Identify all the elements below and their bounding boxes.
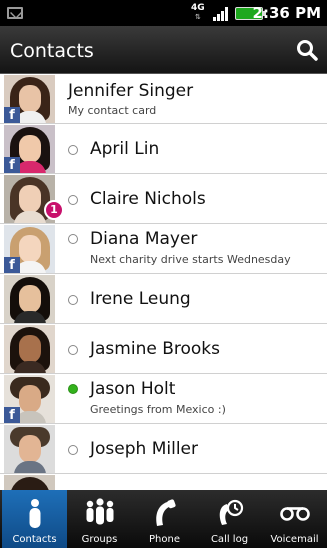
tab-label: Voicemail	[270, 534, 319, 545]
contact-name: Jason Holt	[90, 379, 176, 399]
contact-row[interactable]: f Jennifer Singer My contact card	[0, 74, 327, 124]
status-indicator	[68, 145, 78, 155]
online-status-icon	[68, 384, 78, 394]
avatar: f	[4, 225, 55, 273]
avatar	[4, 275, 55, 323]
avatar: f	[4, 75, 55, 123]
contact-row[interactable]: f Diana Mayer Next charity drive starts …	[0, 224, 327, 274]
contact-name: Joseph Miller	[90, 439, 198, 459]
call-log-icon	[219, 499, 243, 525]
contact-name: Jennifer Singer	[68, 81, 194, 101]
search-icon[interactable]	[295, 38, 319, 62]
avatar: f	[4, 375, 55, 423]
tab-contacts[interactable]: Contacts	[2, 490, 67, 548]
tab-label: Phone	[149, 534, 180, 545]
notification-badge: 1	[44, 200, 64, 220]
clock: 2:36 PM	[252, 4, 321, 22]
tab-phone[interactable]: Phone	[132, 490, 197, 548]
contact-name: Jasmine Brooks	[90, 339, 220, 359]
facebook-icon: f	[4, 407, 20, 423]
network-type: 4G	[191, 3, 205, 13]
status-indicator	[68, 345, 78, 355]
contact-row[interactable]: Jasmine Brooks	[0, 324, 327, 374]
status-indicator	[68, 445, 78, 455]
bottom-tab-bar: Contacts Groups Phone Call log Voicemail	[0, 490, 327, 548]
status-indicator	[68, 234, 78, 244]
contact-status: Greetings from Mexico :)	[90, 403, 226, 416]
avatar	[4, 475, 55, 490]
contact-row[interactable]: Irene Leung	[0, 274, 327, 324]
message-notification-icon	[7, 7, 23, 19]
contact-row[interactable]	[0, 474, 327, 490]
contact-row[interactable]: f April Lin	[0, 124, 327, 174]
contact-name: Irene Leung	[90, 289, 191, 309]
tab-label: Groups	[81, 534, 118, 545]
contact-name: Claire Nichols	[90, 189, 206, 209]
contact-name: April Lin	[90, 139, 160, 159]
contact-row[interactable]: 1 Claire Nichols	[0, 174, 327, 224]
avatar: f	[4, 125, 55, 173]
contact-row[interactable]: f Jason Holt Greetings from Mexico :)	[0, 374, 327, 424]
facebook-icon: f	[4, 157, 20, 173]
contact-status: Next charity drive starts Wednesday	[90, 253, 291, 266]
signal-strength-icon	[213, 7, 231, 21]
avatar	[4, 425, 55, 473]
tab-label: Contacts	[12, 534, 57, 545]
contact-list[interactable]: f Jennifer Singer My contact card f Apri…	[0, 74, 327, 490]
tab-voicemail[interactable]: Voicemail	[262, 490, 327, 548]
contact-row[interactable]: Joseph Miller	[0, 424, 327, 474]
contact-status: My contact card	[68, 104, 157, 117]
facebook-icon: f	[4, 257, 20, 273]
avatar	[4, 325, 55, 373]
title-bar: Contacts	[0, 26, 327, 74]
phone-icon	[155, 499, 176, 526]
tab-call-log[interactable]: Call log	[197, 490, 262, 548]
facebook-icon: f	[4, 107, 20, 123]
group-icon	[86, 498, 113, 525]
status-bar: 4G ⇅ 2:36 PM	[0, 0, 327, 26]
contact-name: Diana Mayer	[90, 229, 198, 249]
tab-groups[interactable]: Groups	[67, 490, 132, 548]
status-indicator	[68, 295, 78, 305]
person-icon	[29, 499, 40, 528]
status-indicator	[68, 195, 78, 205]
voicemail-icon	[279, 507, 310, 521]
tab-label: Call log	[210, 534, 249, 545]
data-activity-icon: ⇅	[195, 13, 201, 21]
page-title: Contacts	[10, 40, 94, 62]
